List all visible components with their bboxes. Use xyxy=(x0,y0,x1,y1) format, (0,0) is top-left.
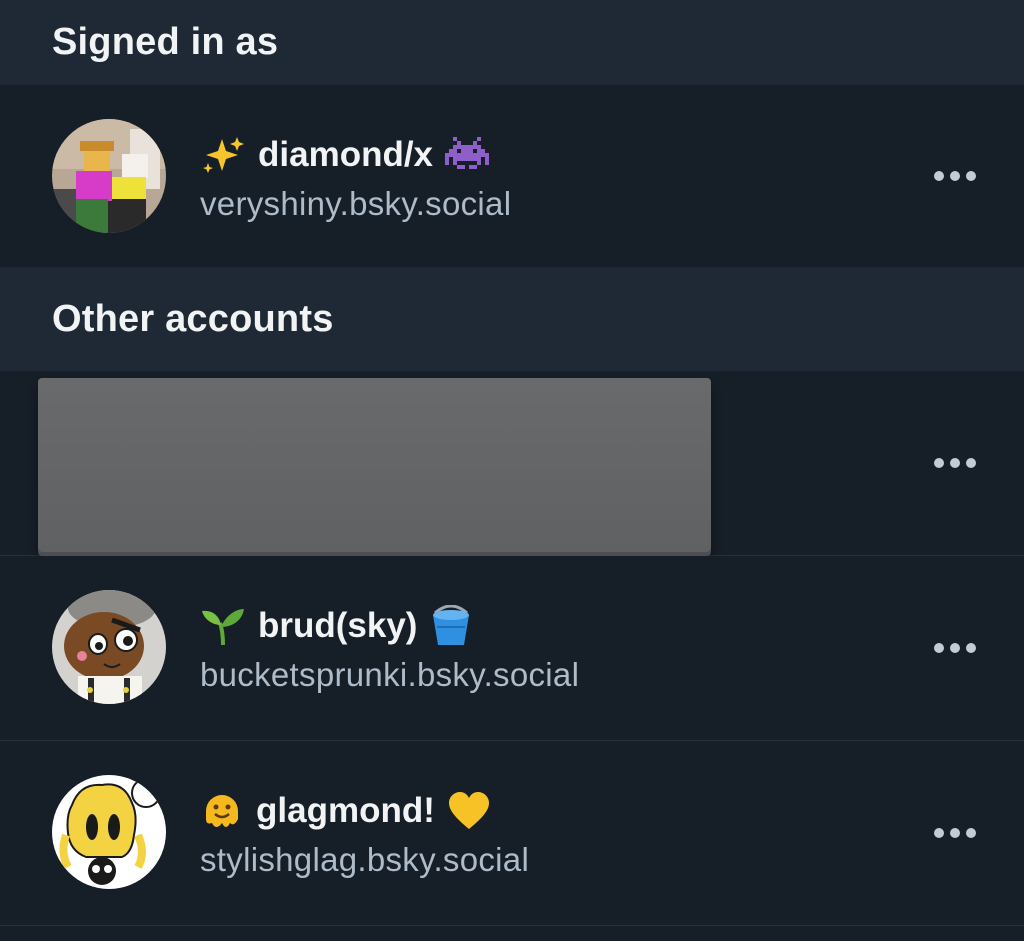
display-name-line: diamond/x xyxy=(200,133,511,177)
account-text: glagmond! stylishglag.bsky.social xyxy=(200,789,529,879)
avatar xyxy=(52,775,166,889)
dot xyxy=(950,643,960,653)
account-handle: stylishglag.bsky.social xyxy=(200,841,530,878)
dot xyxy=(966,828,976,838)
account-text: brud(sky) bucketsprunki.bsky.social xyxy=(200,604,579,694)
account-row[interactable]: glagmond! stylishglag.bsky.social xyxy=(0,741,1024,926)
display-name: glagmond! xyxy=(256,791,435,830)
display-name: diamond/x xyxy=(258,135,434,174)
display-name-line: brud(sky) xyxy=(200,604,579,648)
account-row[interactable]: brud(sky) bucketsprunki.bsky.social xyxy=(0,556,1024,741)
account-handle: bucketsprunki.bsky.social xyxy=(200,656,580,693)
redaction-box xyxy=(38,378,711,552)
dot xyxy=(950,828,960,838)
dot xyxy=(934,458,944,468)
dot xyxy=(966,171,976,181)
account-handle: veryshiny.bsky.social xyxy=(200,185,512,222)
seedling-icon xyxy=(200,605,246,647)
sparkles-icon xyxy=(200,135,246,175)
avatar xyxy=(52,119,166,233)
yellow-heart-icon xyxy=(447,791,491,831)
dot xyxy=(950,171,960,181)
more-options-button[interactable] xyxy=(934,826,976,840)
bucket-icon xyxy=(429,605,473,647)
melting-face-icon xyxy=(200,789,244,833)
dot xyxy=(934,643,944,653)
dot xyxy=(966,458,976,468)
display-name-line: glagmond! xyxy=(200,789,529,833)
more-options-button[interactable] xyxy=(934,456,976,470)
display-name: brud(sky) xyxy=(258,606,418,645)
section-header-other-accounts: Other accounts xyxy=(0,267,1024,371)
dot xyxy=(934,828,944,838)
dot xyxy=(966,643,976,653)
section-title-signed-in: Signed in as xyxy=(52,21,279,63)
current-account-row[interactable]: diamond/x veryshiny.bsky.social xyxy=(0,85,1024,267)
more-options-button[interactable] xyxy=(934,641,976,655)
section-header-signed-in: Signed in as xyxy=(0,0,1024,85)
dot xyxy=(950,458,960,468)
account-text: diamond/x veryshiny.bsky.social xyxy=(200,133,511,223)
dot xyxy=(934,171,944,181)
section-title-other-accounts: Other accounts xyxy=(52,297,334,340)
avatar xyxy=(52,590,166,704)
more-options-button[interactable] xyxy=(934,169,976,183)
redacted-account-row[interactable] xyxy=(0,371,1024,556)
alien-monster-icon xyxy=(445,137,490,173)
